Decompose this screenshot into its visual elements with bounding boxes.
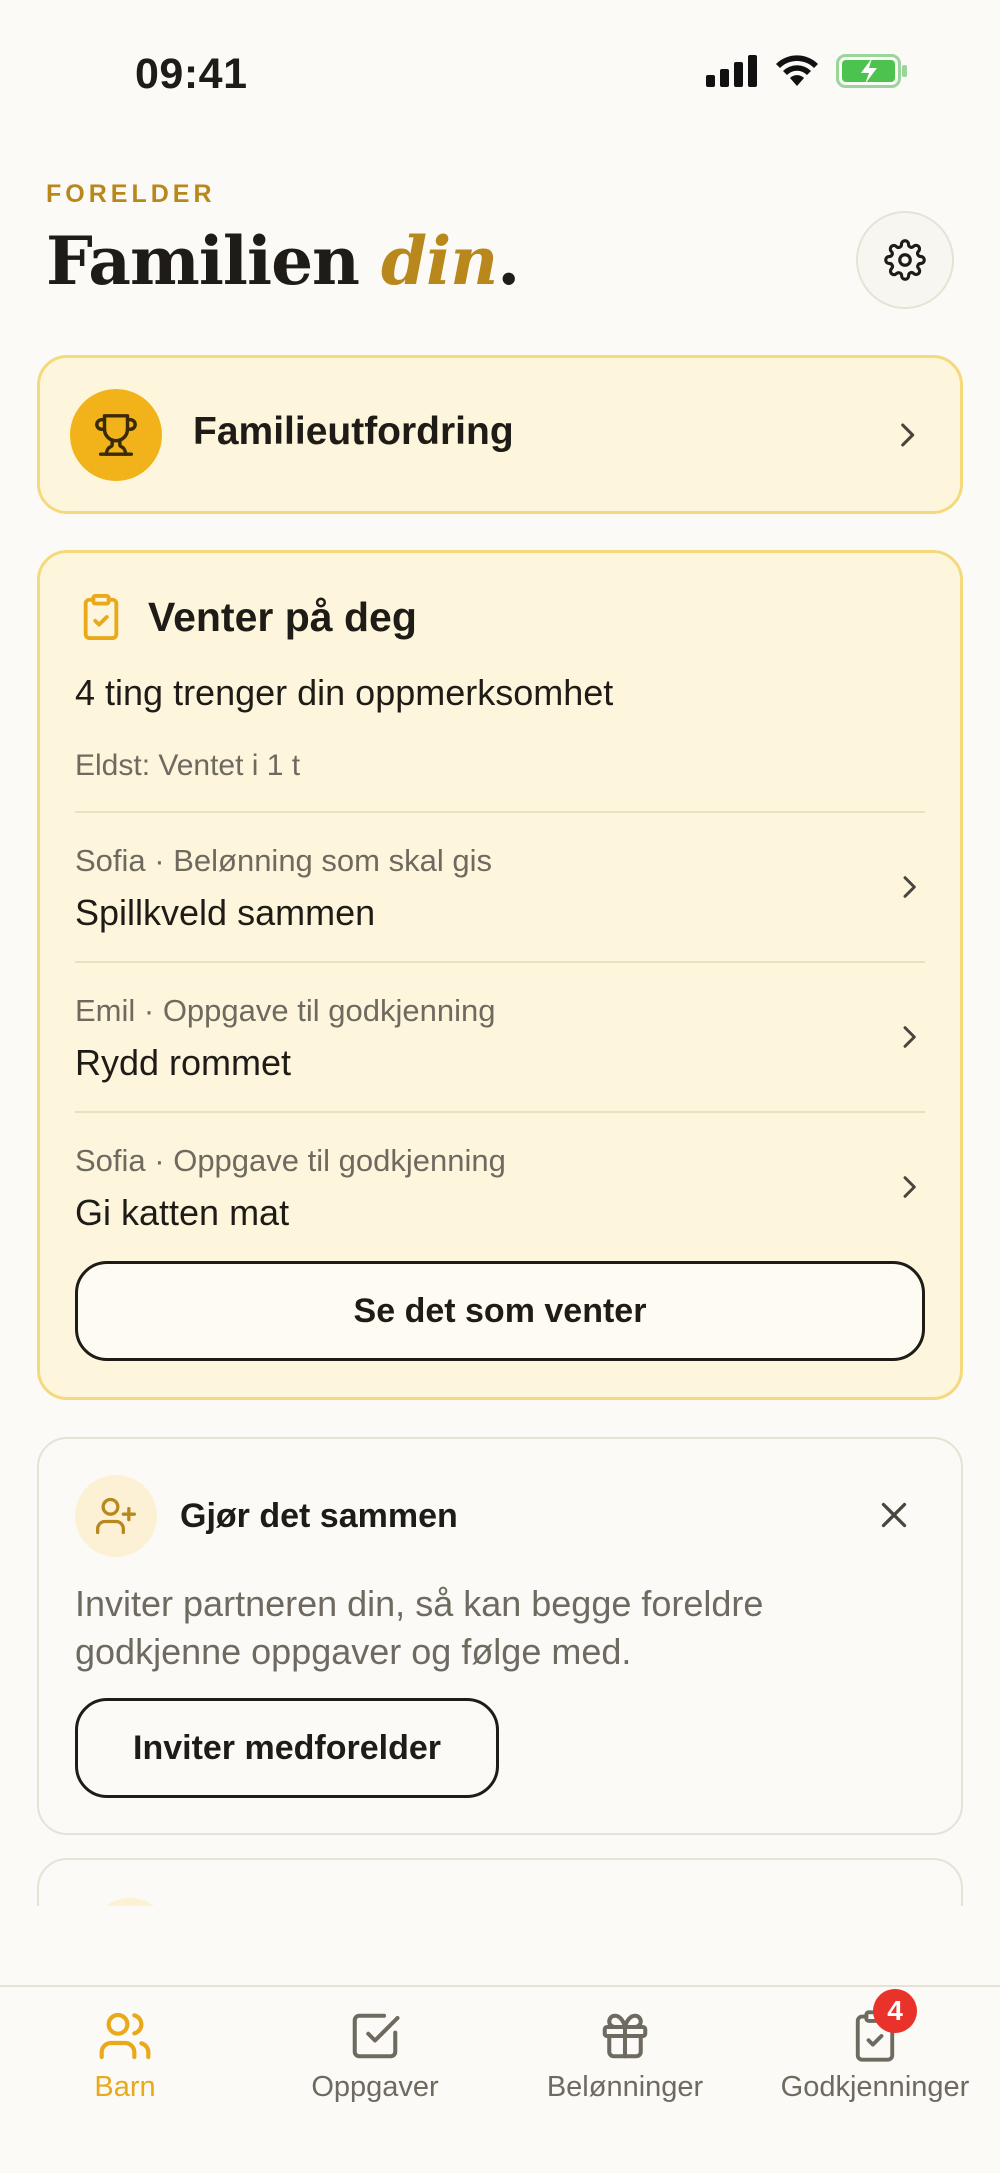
divider: [75, 1111, 925, 1113]
tab-label: Belønninger: [546, 2071, 704, 2103]
title-main: Familien: [46, 222, 382, 300]
invite-card-title: Gjør det sammen: [180, 1497, 458, 1535]
pending-item-meta: Emil · Oppgave til godkjenning: [75, 993, 496, 1028]
next-card: [37, 1858, 963, 1906]
see-waiting-button[interactable]: Se det som venter: [75, 1261, 925, 1361]
title-end: .: [497, 222, 520, 300]
tab-barn[interactable]: Barn: [0, 1987, 250, 2117]
trophy-icon: [95, 414, 137, 456]
pending-item-title[interactable]: Spillkveld sammen: [75, 892, 375, 934]
users-icon: [99, 2012, 151, 2060]
waiting-title: Venter på deg: [148, 594, 417, 640]
invite-card-text: Inviter partneren din, så kan begge fore…: [75, 1583, 764, 1672]
next-card-icon-circle: [89, 1898, 171, 1906]
notification-badge: 4: [873, 1989, 917, 2033]
invite-coparent-button[interactable]: Inviter medforelder: [75, 1698, 499, 1798]
battery-charging-icon: [836, 54, 907, 88]
pending-item-meta: Sofia · Belønning som skal gis: [75, 843, 492, 878]
trophy-badge: [70, 389, 162, 481]
waiting-subtitle: 4 ting trenger din oppmerksomhet: [75, 672, 614, 713]
gear-icon: [884, 239, 926, 281]
signal-icon: [706, 55, 757, 87]
tab-label: Barn: [94, 2071, 156, 2103]
checkbox-icon: [352, 2013, 400, 2059]
divider: [75, 811, 925, 813]
tab-label: Oppgaver: [311, 2071, 439, 2103]
tab-godkjenninger[interactable]: 4 Godkjenninger: [750, 1987, 1000, 2117]
status-icons: [706, 54, 908, 88]
page-title: Familien din.: [46, 222, 520, 300]
user-plus-icon: [96, 1497, 136, 1535]
chevron-right-icon[interactable]: [893, 1171, 925, 1203]
settings-button[interactable]: [856, 211, 954, 309]
role-eyebrow: FORELDER: [46, 180, 216, 208]
challenge-label: Familieutfordring: [193, 410, 514, 453]
gift-icon: [602, 2013, 648, 2059]
chevron-right-icon[interactable]: [893, 871, 925, 903]
divider: [75, 961, 925, 963]
tab-bar: Barn Oppgaver Belønninger 4 Godkjenninge…: [0, 1985, 1000, 2173]
pending-item-title[interactable]: Rydd rommet: [75, 1042, 291, 1084]
chevron-right-icon: [901, 423, 915, 447]
title-accent: din: [381, 222, 498, 300]
tab-oppgaver[interactable]: Oppgaver: [250, 1987, 500, 2117]
tab-label: Godkjenninger: [780, 2071, 970, 2103]
user-plus-badge: [75, 1475, 157, 1557]
clipboard-check-icon: [83, 594, 119, 640]
close-icon[interactable]: [876, 1497, 912, 1533]
pending-item-title[interactable]: Gi katten mat: [75, 1192, 289, 1234]
next-card-peek: [0, 1858, 1000, 1906]
chevron-right-icon[interactable]: [893, 1021, 925, 1053]
status-time: 09:41: [135, 50, 248, 98]
wifi-icon: [776, 55, 818, 86]
pending-item-meta: Sofia · Oppgave til godkjenning: [75, 1143, 506, 1178]
tab-belonninger[interactable]: Belønninger: [500, 1987, 750, 2117]
waiting-oldest: Eldst: Ventet i 1 t: [75, 749, 301, 782]
